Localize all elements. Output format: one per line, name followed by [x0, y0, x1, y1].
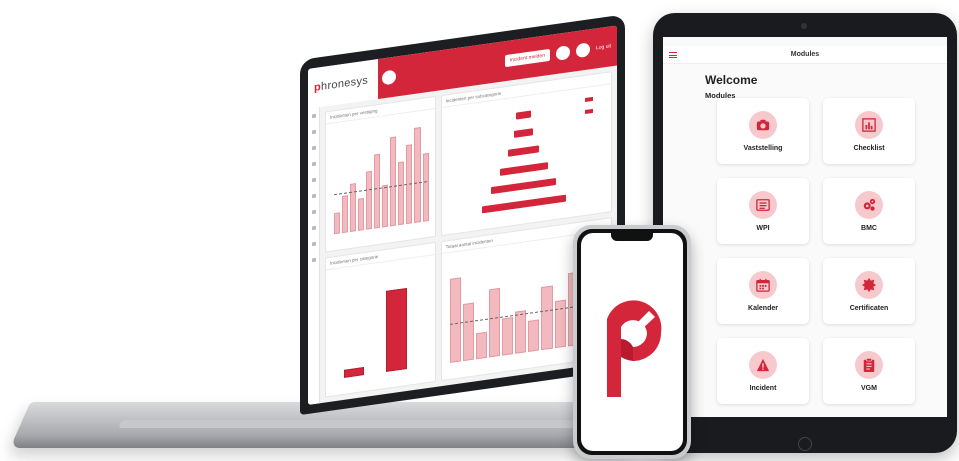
bell-icon[interactable] — [555, 45, 570, 62]
module-tile-vgm[interactable]: VGM — [823, 338, 915, 404]
card-incidents-per-location: Incidenten per vestiging — [325, 95, 436, 252]
sidebar-item[interactable] — [311, 257, 316, 263]
module-tile-checklist[interactable]: Checklist — [823, 98, 915, 164]
sidebar-item[interactable] — [311, 241, 316, 247]
sidebar-item[interactable] — [311, 145, 316, 151]
phronesys-p-logo-icon — [607, 300, 662, 397]
module-label: VGM — [861, 385, 877, 392]
phone — [573, 225, 691, 459]
welcome-heading: Welcome — [705, 73, 758, 87]
sidebar-item[interactable] — [311, 161, 316, 167]
bar-chart-icon — [855, 111, 883, 139]
sidebar-item[interactable] — [311, 225, 316, 231]
calendar-icon — [749, 271, 777, 299]
card-incidents-per-subcategory: Incidenten per subcategorie — [440, 71, 612, 236]
module-tile-kalender[interactable]: Kalender — [717, 258, 809, 324]
tablet-screen: Modules Welcome Modules Vaststelling Che… — [663, 37, 947, 433]
phone-notch — [611, 233, 653, 241]
module-label: Checklist — [853, 145, 885, 152]
module-label: Kalender — [748, 305, 778, 312]
module-tile-wpi[interactable]: WPI — [717, 178, 809, 244]
module-tile-certificaten[interactable]: Certificaten — [823, 258, 915, 324]
list-icon — [749, 191, 777, 219]
bar-chart — [344, 265, 407, 378]
module-label: Incident — [749, 385, 777, 392]
app-logo[interactable]: phronesys — [314, 73, 376, 94]
tablet: Modules Welcome Modules Vaststelling Che… — [653, 13, 957, 453]
badge-icon — [855, 271, 883, 299]
gears-icon — [855, 191, 883, 219]
module-label: WPI — [756, 225, 770, 232]
card-incidents-per-category: Incidenten per categorie — [325, 241, 436, 398]
phone-screen — [581, 233, 683, 451]
pyramid-chart — [472, 99, 576, 220]
user-icon[interactable] — [575, 42, 590, 59]
module-grid: Vaststelling Checklist WPI BMC Kalender … — [717, 98, 923, 404]
sidebar-item[interactable] — [311, 209, 316, 215]
tablet-header: Modules — [663, 46, 947, 64]
laptop-hinge — [118, 420, 602, 428]
clipboard-icon — [855, 351, 883, 379]
chart-legend — [585, 95, 607, 122]
module-label: BMC — [861, 225, 877, 232]
module-tile-vaststelling[interactable]: Vaststelling — [717, 98, 809, 164]
page-title: Modules — [790, 51, 820, 58]
home-button[interactable] — [798, 437, 812, 451]
laptop-screen: phronesys Incident melden Log uit Incide… — [308, 25, 617, 405]
warning-icon — [749, 351, 777, 379]
logout-link[interactable]: Log uit — [596, 43, 611, 51]
incident-button[interactable]: Incident melden — [504, 48, 550, 68]
camera-dot — [801, 23, 807, 29]
app-sidebar — [308, 107, 320, 405]
sidebar-item[interactable] — [311, 177, 316, 183]
bar-chart — [334, 116, 429, 234]
module-tile-bmc[interactable]: BMC — [823, 178, 915, 244]
module-tile-incident[interactable]: Incident — [717, 338, 809, 404]
module-label: Certificaten — [849, 305, 889, 312]
module-label: Vaststelling — [743, 145, 783, 152]
sidebar-item[interactable] — [311, 193, 316, 199]
sidebar-item[interactable] — [311, 113, 316, 119]
status-bar — [663, 37, 947, 46]
sidebar-item[interactable] — [311, 129, 316, 135]
menu-icon[interactable] — [669, 51, 677, 58]
camera-icon — [749, 111, 777, 139]
android-nav-bar — [663, 417, 947, 433]
home-icon[interactable] — [382, 69, 396, 86]
